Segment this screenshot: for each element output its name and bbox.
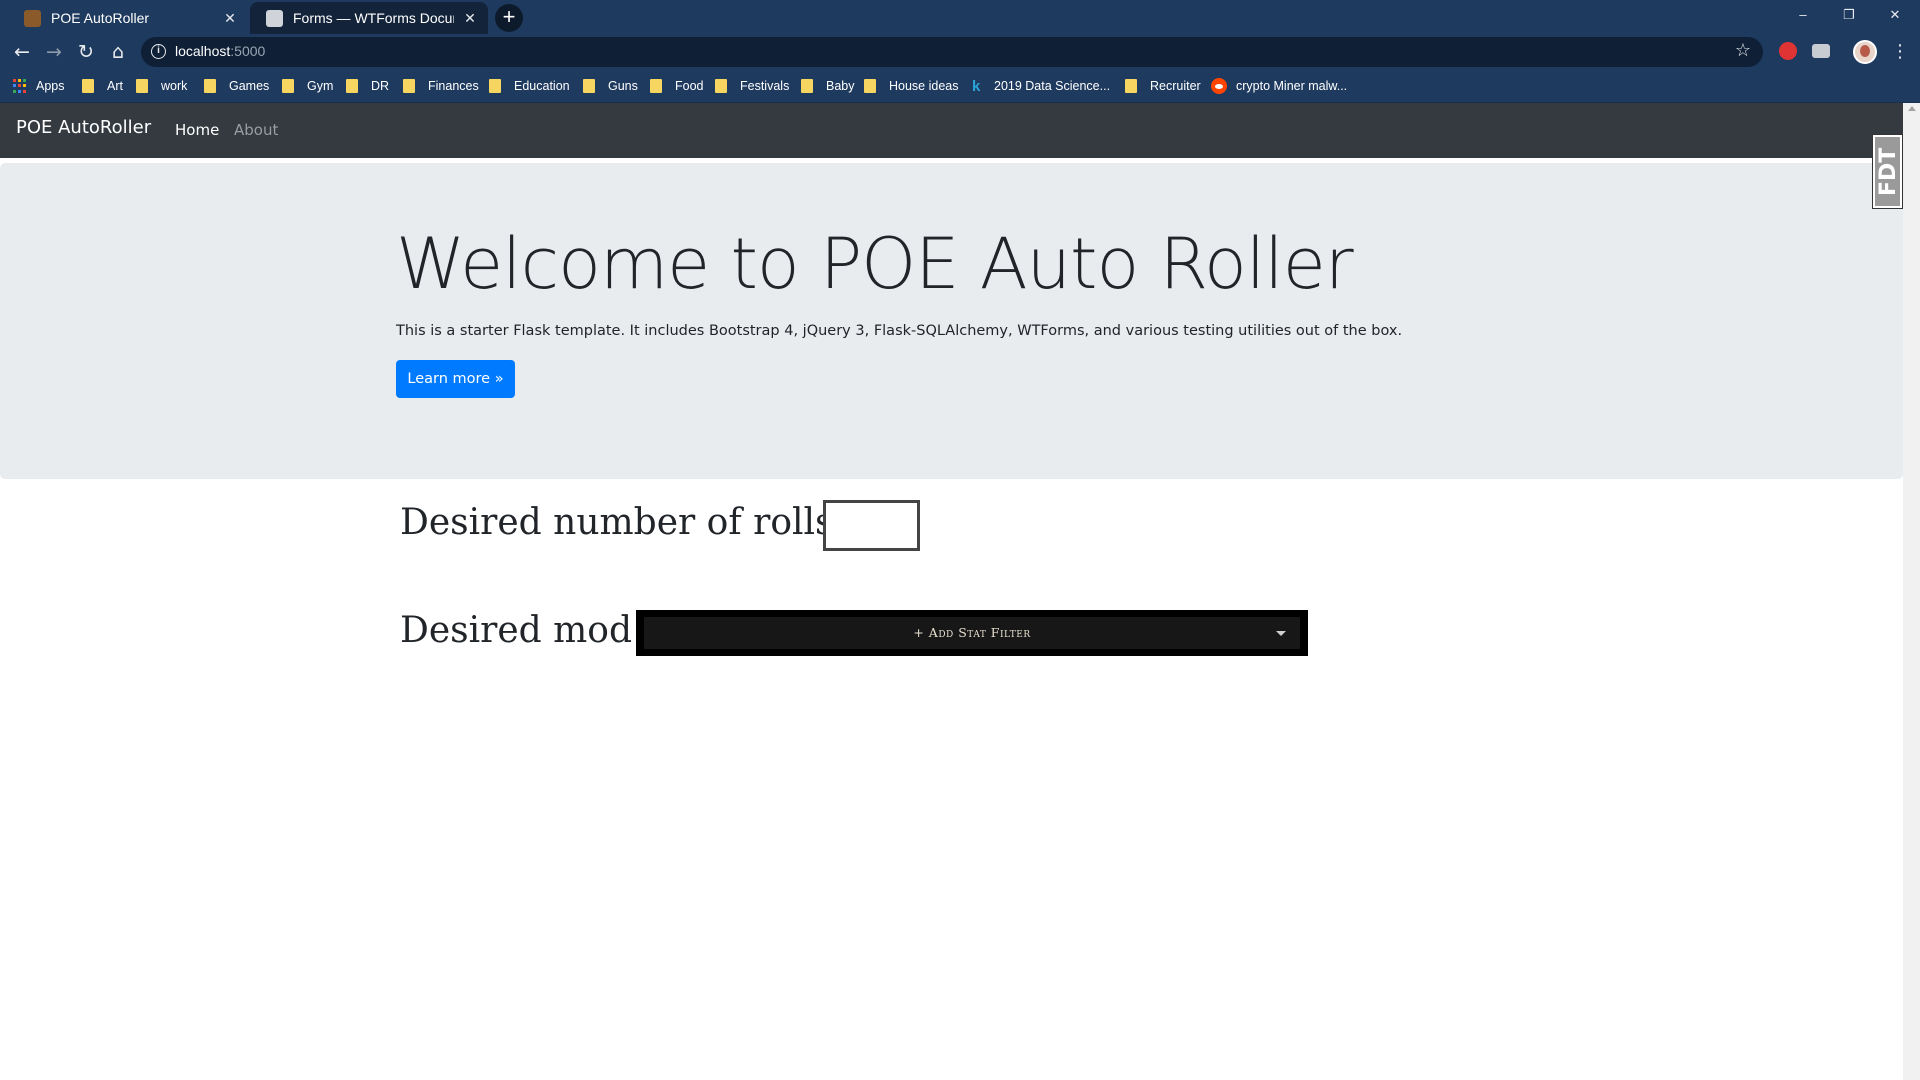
rolls-label: Desired number of rolls xyxy=(400,502,834,543)
site-navbar: POE AutoRoller Home About xyxy=(0,103,1903,158)
apps-grid-icon xyxy=(13,79,27,93)
bookmark-star-icon[interactable]: ☆ xyxy=(1735,40,1751,61)
folder-icon xyxy=(346,79,358,93)
close-icon[interactable]: ✕ xyxy=(462,10,478,27)
bookmark-label: Games xyxy=(229,79,270,93)
reddit-icon xyxy=(1211,78,1227,94)
bookmark-guns[interactable]: Guns xyxy=(583,76,638,96)
fdt-side-tab[interactable]: FDT xyxy=(1872,134,1903,209)
intro-text: This is a starter Flask template. It inc… xyxy=(396,323,1403,339)
bookmark-label: Art xyxy=(107,79,123,93)
chevron-down-icon xyxy=(1276,631,1286,636)
bookmark-label: Food xyxy=(675,79,704,93)
back-arrow-icon[interactable]: ← xyxy=(10,40,34,64)
stat-filter-dropdown[interactable]: + Add Stat Filter xyxy=(636,610,1308,656)
bookmark-baby[interactable]: Baby xyxy=(801,76,855,96)
bookmark-house-ideas[interactable]: House ideas xyxy=(864,76,959,96)
home-icon[interactable]: ⌂ xyxy=(106,40,130,64)
tab-poe-autoroller[interactable]: POE AutoRoller ✕ xyxy=(8,2,248,34)
browser-toolbar: ← → ↻ ⌂ i localhost:5000 ☆ ⋮ xyxy=(0,34,1920,70)
bookmark-apps[interactable]: Apps xyxy=(13,76,65,96)
browser-menu-icon[interactable]: ⋮ xyxy=(1891,40,1909,64)
bookmarks-bar: Apps Art work Games Gym DR Finances Educ… xyxy=(0,70,1920,103)
forward-arrow-icon[interactable]: → xyxy=(42,40,66,64)
url-text: localhost:5000 xyxy=(175,43,266,59)
folder-icon xyxy=(801,79,813,93)
page-title: Welcome to POE Auto Roller xyxy=(396,223,1354,305)
close-window-button[interactable]: ✕ xyxy=(1872,0,1918,30)
bookmark-label: Education xyxy=(514,79,570,93)
bookmark-label: 2019 Data Science... xyxy=(994,79,1111,93)
folder-icon xyxy=(82,79,94,93)
bookmark-label: DR xyxy=(371,79,390,93)
fdt-tab-label: FDT xyxy=(1876,147,1901,196)
folder-icon xyxy=(715,79,727,93)
bookmark-art[interactable]: Art xyxy=(82,76,123,96)
kaggle-icon: k xyxy=(972,77,981,95)
avatar-face xyxy=(1860,45,1870,57)
bookmark-work[interactable]: work xyxy=(136,76,187,96)
fdt-tab-inner: FDT xyxy=(1875,137,1901,206)
page-scrollbar[interactable] xyxy=(1903,103,1920,1080)
bookmark-data-science[interactable]: k 2019 Data Science... xyxy=(972,76,1110,96)
bookmark-label: Finances xyxy=(428,79,479,93)
folder-icon xyxy=(489,79,501,93)
folder-icon xyxy=(136,79,148,93)
minimize-button[interactable]: – xyxy=(1780,0,1826,30)
bookmark-label: Guns xyxy=(608,79,638,93)
bookmark-recruiter[interactable]: Recruiter xyxy=(1125,76,1201,96)
stat-filter-label: + Add Stat Filter xyxy=(913,625,1031,640)
tab-title: POE AutoRoller xyxy=(51,10,150,26)
bookmark-label: work xyxy=(161,79,188,93)
rolls-input[interactable] xyxy=(823,500,920,551)
restore-button[interactable]: ❐ xyxy=(1826,0,1872,30)
close-icon[interactable]: ✕ xyxy=(222,10,238,27)
bookmark-label: Apps xyxy=(36,79,65,93)
bookmark-label: Recruiter xyxy=(1150,79,1201,93)
bookmark-crypto-miner[interactable]: crypto Miner malw... xyxy=(1211,76,1347,96)
address-bar[interactable]: i localhost:5000 ☆ xyxy=(141,37,1763,67)
bookmark-label: Baby xyxy=(826,79,855,93)
jumbotron: Welcome to POE Auto Roller This is a sta… xyxy=(0,163,1903,479)
mod-label: Desired mod xyxy=(400,610,633,651)
folder-icon xyxy=(1125,79,1137,93)
bookmark-food[interactable]: Food xyxy=(650,76,704,96)
folder-icon xyxy=(583,79,595,93)
navbar-brand[interactable]: POE AutoRoller xyxy=(16,117,151,138)
bookmark-gym[interactable]: Gym xyxy=(282,76,333,96)
bookmark-label: Gym xyxy=(307,79,334,93)
folder-icon xyxy=(403,79,415,93)
folder-icon xyxy=(282,79,294,93)
bookmark-education[interactable]: Education xyxy=(489,76,570,96)
bookmark-label: House ideas xyxy=(889,79,959,93)
tab-wtforms-docs[interactable]: Forms — WTForms Documentation ✕ xyxy=(250,2,488,34)
tab-strip: POE AutoRoller ✕ Forms — WTForms Documen… xyxy=(0,0,1920,34)
folder-icon xyxy=(864,79,876,93)
bookmark-label: crypto Miner malw... xyxy=(1236,79,1348,93)
folder-icon xyxy=(204,79,216,93)
scroll-up-arrow-icon[interactable] xyxy=(1908,106,1916,111)
bookmark-dr[interactable]: DR xyxy=(346,76,389,96)
add-stat-filter-button[interactable]: + Add Stat Filter xyxy=(644,617,1300,649)
extension-printer-icon[interactable] xyxy=(1812,44,1830,58)
nav-home-link[interactable]: Home xyxy=(175,121,219,139)
bookmark-festivals[interactable]: Festivals xyxy=(715,76,789,96)
folder-icon xyxy=(650,79,662,93)
poe-favicon-icon xyxy=(24,9,41,27)
bookmark-label: Festivals xyxy=(740,79,790,93)
extension-red-icon[interactable] xyxy=(1779,42,1797,60)
nav-about-link[interactable]: About xyxy=(234,121,278,139)
site-info-icon[interactable]: i xyxy=(151,44,166,59)
avatar[interactable] xyxy=(1853,40,1877,64)
learn-more-button[interactable]: Learn more » xyxy=(396,360,515,398)
tab-title: Forms — WTForms Documentation xyxy=(293,10,454,26)
new-tab-button[interactable]: + xyxy=(495,4,523,32)
reload-icon[interactable]: ↻ xyxy=(74,40,98,64)
document-favicon-icon xyxy=(266,9,283,27)
bookmark-finances[interactable]: Finances xyxy=(403,76,479,96)
bookmark-games[interactable]: Games xyxy=(204,76,269,96)
